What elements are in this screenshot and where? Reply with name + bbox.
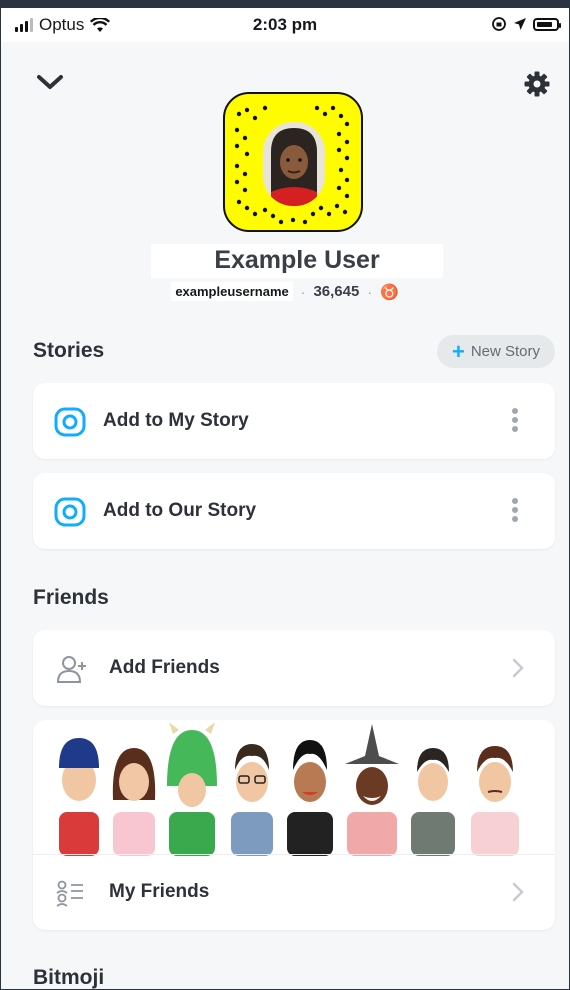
card-divider: [33, 854, 555, 855]
friends-list-icon: [56, 880, 83, 907]
add-to-my-story-label: Add to My Story: [103, 410, 249, 431]
friends-section-title: Friends: [33, 586, 109, 609]
status-bar: Optus 2:03 pm: [1, 8, 569, 42]
bitmoji-section-title: Bitmoji: [33, 966, 105, 989]
camera-icon: [54, 407, 86, 437]
snapcode[interactable]: [223, 92, 363, 232]
status-right: [491, 16, 561, 32]
add-friend-icon: [56, 656, 86, 683]
more-options-icon[interactable]: [510, 498, 520, 526]
status-time: 2:03 pm: [252, 15, 318, 34]
chevron-right-icon: [512, 658, 524, 678]
display-name: Example User: [214, 246, 380, 274]
add-to-my-story-row[interactable]: Add to My Story: [33, 383, 555, 459]
my-friends-card[interactable]: My Friends: [33, 720, 555, 930]
friends-bitmoji-illustration: [59, 722, 519, 856]
new-story-button[interactable]: + New Story: [437, 335, 555, 368]
chevron-right-icon: [512, 882, 524, 902]
orientation-lock-icon: [492, 17, 506, 31]
profile-meta-row: exampleusername · 36,645 · ♉: [1, 282, 569, 301]
my-friends-label: My Friends: [109, 881, 210, 902]
location-arrow-icon: [514, 18, 526, 30]
battery-icon: [533, 17, 561, 31]
plus-icon: +: [451, 338, 465, 364]
add-friends-label: Add Friends: [109, 657, 220, 678]
stories-section-title: Stories: [33, 339, 105, 362]
new-story-label: New Story: [470, 343, 541, 360]
snap-score[interactable]: 36,645: [313, 283, 359, 300]
app-frame: Optus 2:03 pm Example User exampleuserna…: [0, 0, 570, 990]
meta-separator: ·: [300, 283, 306, 300]
gear-icon[interactable]: [523, 70, 551, 98]
bitmoji-avatar: [263, 122, 325, 206]
more-options-icon[interactable]: [510, 408, 520, 436]
chevron-down-icon[interactable]: [35, 70, 65, 96]
meta-separator: ·: [367, 283, 372, 300]
camera-icon: [54, 497, 86, 527]
add-friends-row[interactable]: Add Friends: [33, 630, 555, 706]
zodiac-symbol[interactable]: ♉: [380, 283, 399, 301]
add-to-our-story-label: Add to Our Story: [103, 500, 257, 521]
username: exampleusername: [171, 282, 293, 301]
add-to-our-story-row[interactable]: Add to Our Story: [33, 473, 555, 549]
